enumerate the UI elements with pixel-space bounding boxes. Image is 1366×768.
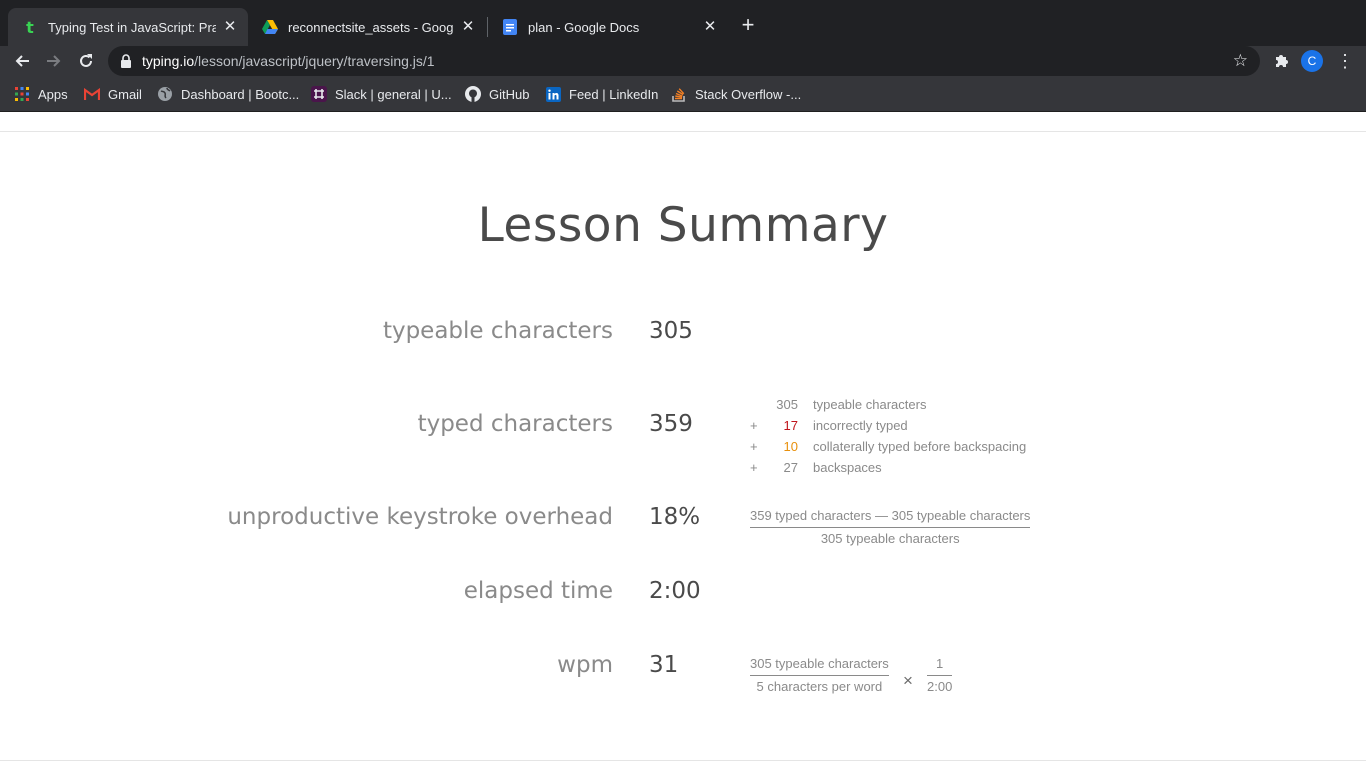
stat-label-wpm: wpm — [557, 652, 613, 678]
lesson-summary-page: Lesson Summary typeable characters 305 t… — [0, 112, 1366, 768]
bookmark-label: Stack Overflow -... — [695, 86, 802, 102]
breakdown-operator: + — [750, 439, 758, 454]
bookmark-label: Slack | general | U... — [335, 86, 452, 102]
google-drive-icon — [262, 19, 278, 35]
wpm-formula-right: 1 2:00 — [927, 656, 953, 694]
stat-label-elapsed-time: elapsed time — [463, 578, 613, 604]
reload-icon[interactable] — [74, 49, 98, 73]
multiply-icon: × — [903, 671, 913, 690]
bookmark-github[interactable]: GitHub — [465, 84, 529, 104]
breakdown-number: 305 — [776, 397, 798, 412]
tab-typing-test[interactable]: t Typing Test in JavaScript: Practice ✕ — [8, 8, 248, 46]
bookmark-star-icon[interactable]: ☆ — [1233, 51, 1248, 71]
divider — [0, 131, 1366, 132]
back-arrow-icon[interactable] — [10, 49, 34, 73]
url-text: typing.io/lesson/javascript/jquery/trave… — [142, 53, 435, 69]
bookmarks-bar: Apps Gmail Dashboard | Bootc... Slack | … — [0, 76, 1366, 112]
formula-numerator: 1 — [927, 656, 953, 676]
profile-avatar[interactable]: C — [1301, 50, 1323, 72]
bookmark-stack-overflow[interactable]: Stack Overflow -... — [671, 84, 801, 104]
close-tab-icon[interactable]: ✕ — [222, 19, 238, 35]
new-tab-button[interactable]: + — [736, 14, 760, 38]
bookmark-dashboard[interactable]: Dashboard | Bootc... — [157, 84, 299, 104]
breakdown-row: + 17 incorrectly typed — [750, 415, 1026, 436]
breakdown-label: backspaces — [813, 460, 882, 475]
formula-numerator: 359 typed characters — 305 typeable char… — [750, 508, 1031, 528]
stack-overflow-icon — [671, 86, 687, 102]
lock-icon — [121, 54, 131, 68]
formula-denominator: 2:00 — [927, 679, 953, 694]
breakdown-number-collateral: 10 — [783, 439, 798, 454]
tab-title: Typing Test in JavaScript: Practice — [48, 19, 216, 35]
close-tab-icon[interactable]: ✕ — [702, 19, 718, 35]
bookmark-slack[interactable]: Slack | general | U... — [311, 84, 452, 104]
breakdown-number: 27 — [783, 460, 798, 475]
wpm-formula-left: 305 typeable characters 5 characters per… — [750, 656, 889, 694]
bookmark-label: GitHub — [489, 86, 530, 102]
tab-google-drive[interactable]: reconnectsite_assets - Google Drive ✕ — [248, 8, 486, 46]
tab-strip: t Typing Test in JavaScript: Practice ✕ … — [0, 0, 1366, 46]
bookmark-apps[interactable]: Apps — [14, 84, 68, 104]
url-host: typing.io — [142, 53, 195, 69]
close-tab-icon[interactable]: ✕ — [460, 19, 476, 35]
url-path: /lesson/javascript/jquery/traversing.js/… — [194, 53, 435, 69]
bookmark-label: Gmail — [108, 86, 142, 102]
slack-icon — [311, 86, 327, 102]
overhead-formula: 359 typed characters — 305 typeable char… — [750, 508, 1031, 546]
typing-io-icon: t — [26, 17, 34, 37]
stat-label-keystroke-overhead: unproductive keystroke overhead — [227, 504, 613, 530]
tab-google-docs[interactable]: plan - Google Docs ✕ — [488, 8, 728, 46]
stat-value-typed-characters: 359 — [649, 411, 693, 437]
breakdown-label: typeable characters — [813, 397, 927, 412]
breakdown-operator: + — [750, 460, 758, 475]
formula-numerator: 305 typeable characters — [750, 656, 889, 676]
breakdown-number-incorrect: 17 — [783, 418, 798, 433]
bookmark-label: Feed | LinkedIn — [569, 86, 659, 102]
tab-title: reconnectsite_assets - Google Drive — [288, 19, 454, 35]
bookmark-linkedin[interactable]: Feed | LinkedIn — [545, 84, 658, 104]
bookmark-label: Apps — [38, 86, 68, 102]
stat-label-typeable-characters: typeable characters — [382, 318, 613, 344]
formula-denominator: 5 characters per word — [756, 679, 883, 694]
bookmark-gmail[interactable]: Gmail — [84, 84, 142, 104]
stat-value-keystroke-overhead: 18% — [649, 504, 701, 530]
browser-toolbar: typing.io/lesson/javascript/jquery/trave… — [0, 46, 1366, 76]
breakdown-row: + 10 collaterally typed before backspaci… — [750, 436, 1026, 457]
breakdown-operator: + — [750, 418, 758, 433]
stat-value-typeable-characters: 305 — [649, 318, 693, 344]
github-icon — [465, 86, 481, 102]
address-bar[interactable]: typing.io/lesson/javascript/jquery/trave… — [108, 46, 1260, 76]
breakdown-row: + 27 backspaces — [750, 457, 1026, 478]
page-title: Lesson Summary — [477, 198, 889, 253]
typed-characters-breakdown: 305 typeable characters + 17 incorrectly… — [750, 394, 1026, 478]
apps-grid-icon — [14, 86, 30, 102]
breakdown-label: incorrectly typed — [813, 418, 908, 433]
breakdown-row: 305 typeable characters — [750, 394, 1026, 415]
tab-title: plan - Google Docs — [528, 19, 640, 35]
linkedin-icon — [545, 86, 561, 102]
stat-value-elapsed-time: 2:00 — [649, 578, 701, 604]
stat-label-typed-characters: typed characters — [417, 411, 613, 437]
bookmark-label: Dashboard | Bootc... — [181, 86, 300, 102]
divider — [0, 760, 1366, 761]
google-docs-icon — [502, 19, 518, 35]
forward-arrow-icon[interactable] — [42, 49, 66, 73]
stat-value-wpm: 31 — [649, 652, 679, 678]
breakdown-label: collaterally typed before backspacing — [813, 439, 1027, 454]
gmail-icon — [84, 86, 100, 102]
extensions-puzzle-icon[interactable] — [1270, 49, 1294, 73]
globe-icon — [157, 86, 173, 102]
formula-denominator: 305 typeable characters — [820, 531, 960, 546]
more-menu-icon[interactable]: ⋮ — [1336, 49, 1354, 73]
